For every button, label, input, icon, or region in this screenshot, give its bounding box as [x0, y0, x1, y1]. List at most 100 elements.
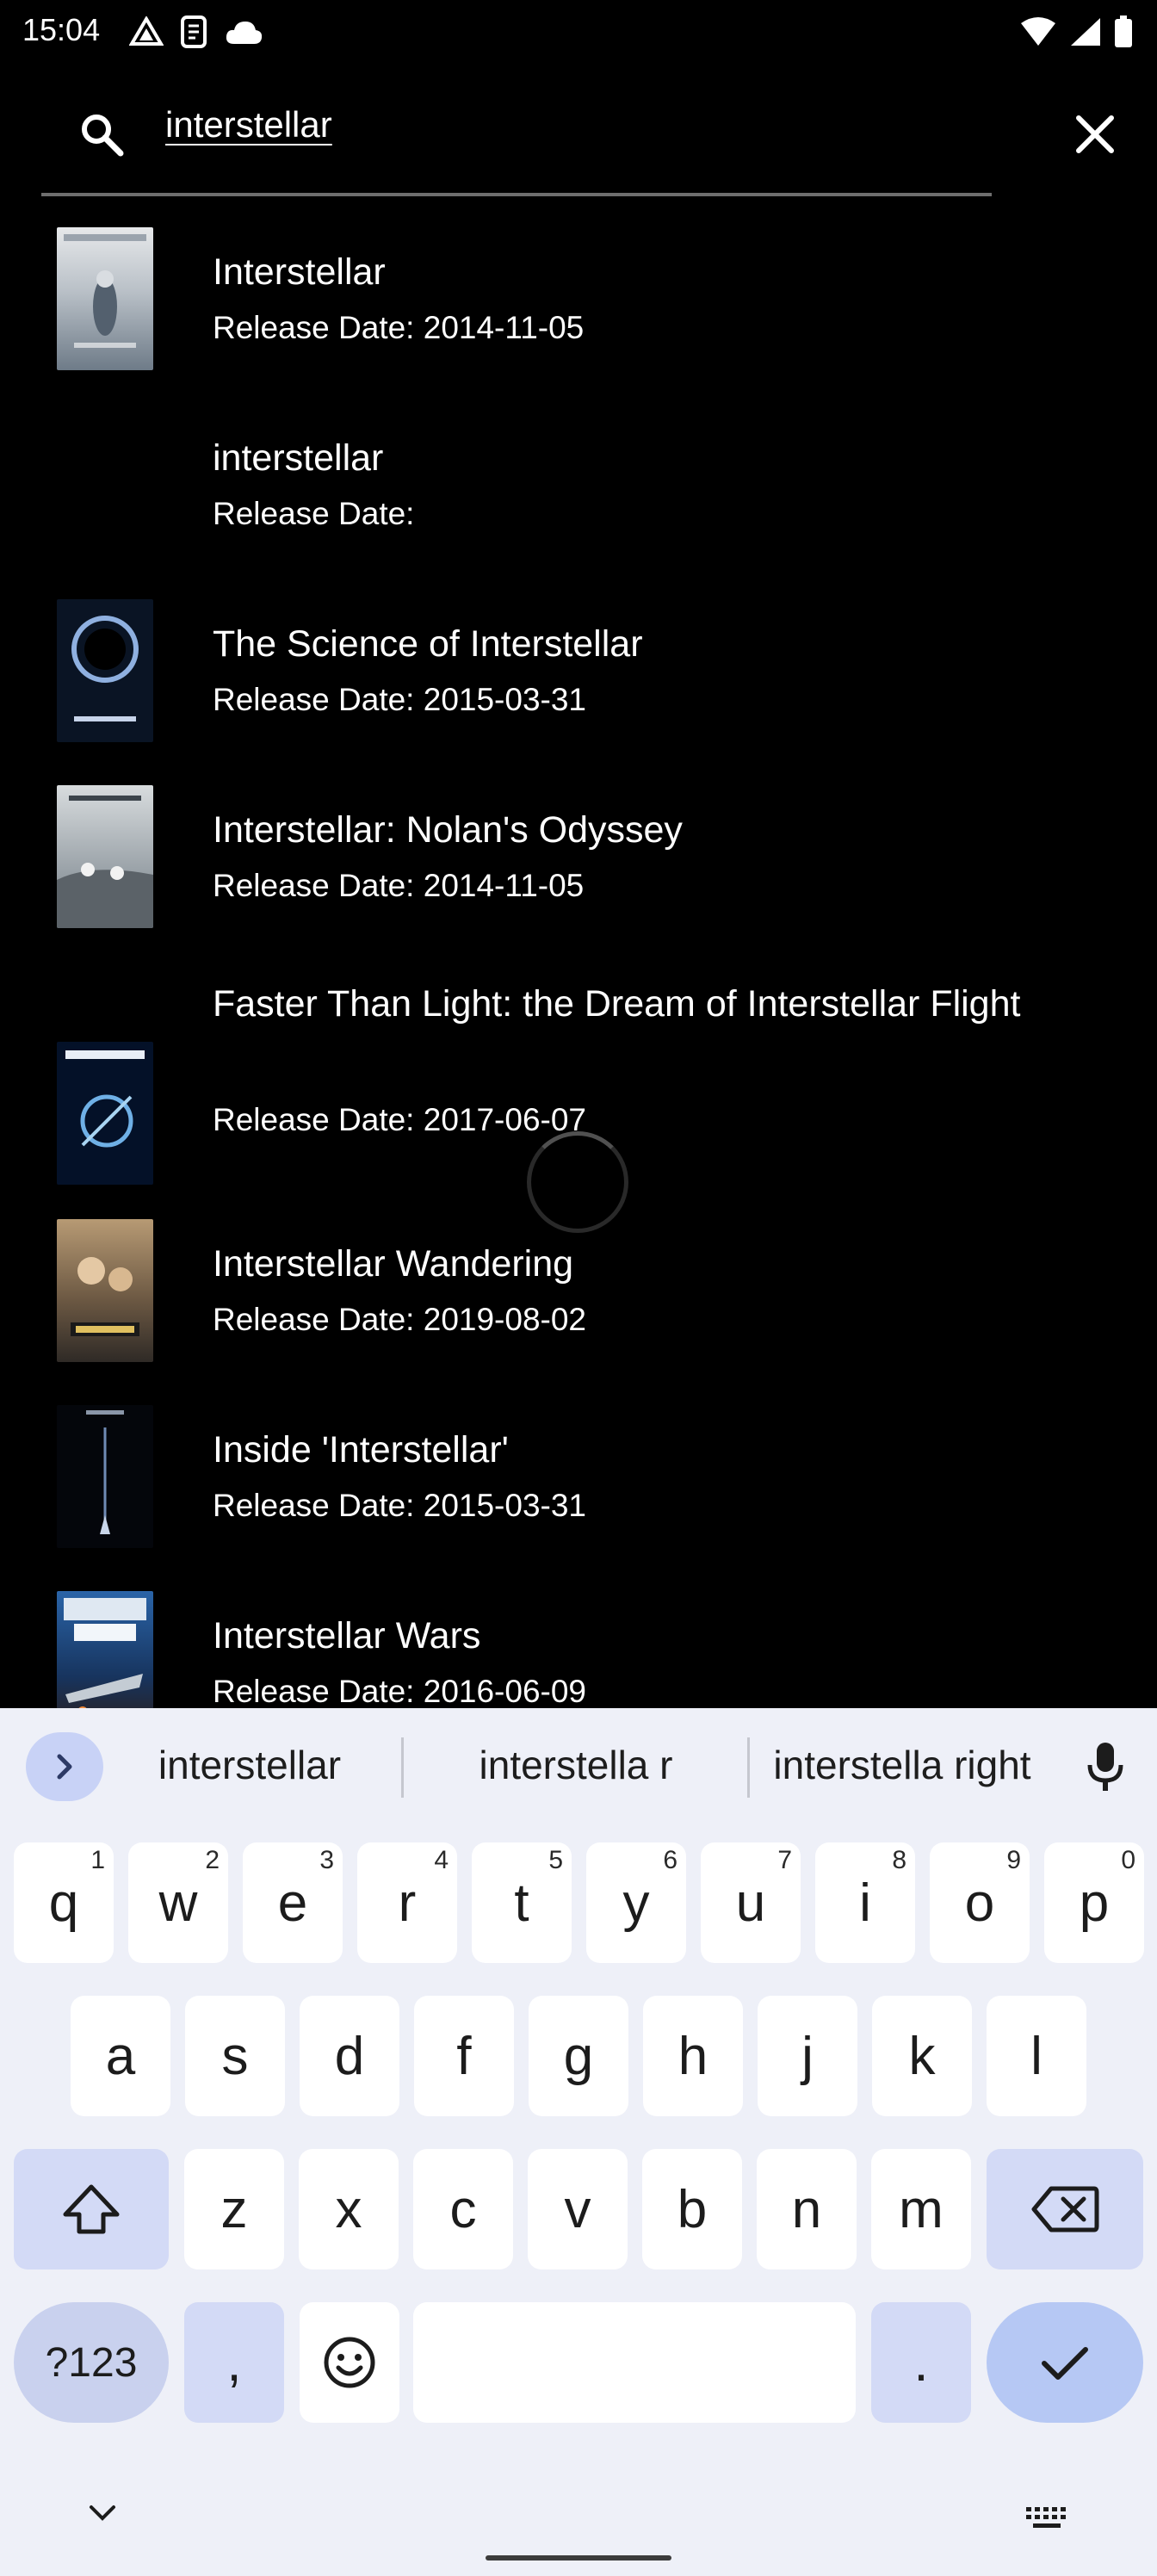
keyboard-icon	[1026, 2507, 1066, 2528]
status-time: 15:04	[22, 12, 101, 47]
status-bar: 15:04	[0, 0, 1157, 65]
key-c[interactable]: c	[413, 2149, 513, 2269]
expand-suggestions-button[interactable]	[26, 1732, 103, 1801]
key-label: b	[677, 2179, 708, 2239]
shift-key[interactable]	[14, 2149, 169, 2269]
key-label: i	[859, 1873, 871, 1933]
poster-image	[57, 1042, 153, 1185]
battery-icon	[1115, 15, 1132, 47]
close-icon	[1076, 115, 1114, 153]
result-title: Inside 'Interstellar'	[213, 1429, 509, 1471]
status-icons-right	[1019, 15, 1133, 48]
key-label: y	[622, 1873, 650, 1933]
key-m[interactable]: m	[871, 2149, 971, 2269]
key-k[interactable]: k	[872, 1996, 972, 2116]
microphone-icon	[1087, 1743, 1123, 1791]
result-item-inside-interstellar[interactable]: Inside 'Interstellar' Release Date: 2015…	[0, 1398, 1157, 1584]
key-number-hint: 1	[90, 1846, 105, 1874]
key-w[interactable]: w2	[128, 1842, 228, 1963]
result-date: Release Date: 2015-03-31	[213, 682, 587, 717]
result-date: Release Date: 2014-11-05	[213, 868, 585, 903]
keyboard-switch-button[interactable]	[1024, 2505, 1069, 2534]
result-date: Release Date: 2014-11-05	[213, 310, 585, 345]
key-f[interactable]: f	[414, 1996, 514, 2116]
gesture-navigation-bar	[486, 2555, 671, 2561]
key-label: g	[563, 2026, 594, 2086]
result-title: Interstellar: Nolan's Odyssey	[213, 809, 683, 851]
key-i[interactable]: i8	[815, 1842, 915, 1963]
suggestion-1[interactable]: interstellar	[121, 1734, 379, 1796]
key-l[interactable]: l	[987, 1996, 1086, 2116]
key-number-hint: 6	[663, 1846, 677, 1874]
key-number-hint: 7	[777, 1846, 792, 1874]
backspace-icon	[1031, 2186, 1099, 2232]
key-j[interactable]: j	[758, 1996, 857, 2116]
key-label: q	[48, 1873, 79, 1933]
emoji-icon	[324, 2337, 375, 2388]
shift-icon	[63, 2184, 120, 2234]
key-e[interactable]: e3	[243, 1842, 343, 1963]
enter-key[interactable]	[987, 2302, 1143, 2423]
poster-image	[57, 785, 153, 928]
key-x[interactable]: x	[299, 2149, 399, 2269]
emoji-key[interactable]	[300, 2302, 399, 2423]
key-y[interactable]: y6	[586, 1842, 686, 1963]
result-item-interstellar[interactable]: Interstellar Release Date: 2014-11-05	[0, 220, 1157, 406]
key-label: l	[1030, 2026, 1043, 2086]
clear-search-button[interactable]	[1064, 103, 1126, 165]
suggestion-2[interactable]: interstella r	[425, 1734, 727, 1796]
key-label: z	[220, 2179, 248, 2239]
result-item-nolans-odyssey[interactable]: Interstellar: Nolan's Odyssey Release Da…	[0, 778, 1157, 964]
wifi-icon	[1021, 17, 1055, 46]
key-d[interactable]: d	[300, 1996, 399, 2116]
suggestion-strip: interstellar interstella r interstella r…	[0, 1708, 1157, 1822]
key-v[interactable]: v	[528, 2149, 628, 2269]
key-u[interactable]: u7	[701, 1842, 801, 1963]
key-label: m	[899, 2179, 944, 2239]
result-title: The Science of Interstellar	[213, 623, 643, 665]
key-n[interactable]: n	[757, 2149, 857, 2269]
result-item-interstellar-wandering[interactable]: Interstellar Wandering Release Date: 201…	[0, 1212, 1157, 1398]
key-a[interactable]: a	[71, 1996, 170, 2116]
key-t[interactable]: t5	[472, 1842, 572, 1963]
key-h[interactable]: h	[643, 1996, 743, 2116]
hide-keyboard-button[interactable]	[88, 2504, 117, 2527]
key-z[interactable]: z	[184, 2149, 284, 2269]
key-label: u	[735, 1873, 766, 1933]
poster-image	[57, 1405, 153, 1548]
key-p[interactable]: p0	[1044, 1842, 1144, 1963]
key-o[interactable]: o9	[930, 1842, 1030, 1963]
symbols-key[interactable]: ?123	[14, 2302, 169, 2423]
key-number-hint: 9	[1006, 1846, 1021, 1874]
key-r[interactable]: r4	[357, 1842, 457, 1963]
key-label: p	[1079, 1873, 1110, 1933]
key-label: w	[158, 1873, 198, 1933]
key-label: o	[964, 1873, 995, 1933]
key-label: d	[334, 2026, 365, 2086]
key-label: n	[791, 2179, 822, 2239]
result-item-science-of-interstellar[interactable]: The Science of Interstellar Release Date…	[0, 592, 1157, 778]
result-item-interstellar-lowercase[interactable]: interstellar Release Date:	[0, 406, 1157, 592]
period-key[interactable]: .	[871, 2302, 971, 2423]
key-label: k	[908, 2026, 936, 2086]
key-g[interactable]: g	[529, 1996, 628, 2116]
keyboard: interstellar interstella r interstella r…	[0, 1708, 1157, 2576]
result-title: Faster Than Light: the Dream of Interste…	[213, 983, 1021, 1025]
suggestion-3[interactable]: interstella right	[758, 1734, 1047, 1796]
key-q[interactable]: q1	[14, 1842, 114, 1963]
key-label: f	[456, 2026, 472, 2086]
key-s[interactable]: s	[185, 1996, 285, 2116]
search-input[interactable]	[165, 95, 940, 155]
result-item-interstellar-wars[interactable]: Interstellar Wars Release Date: 2016-06-…	[0, 1584, 1157, 1708]
key-label: t	[514, 1873, 529, 1933]
result-title: Interstellar	[213, 251, 386, 293]
key-label: c	[449, 2179, 477, 2239]
key-number-hint: 0	[1121, 1846, 1135, 1874]
search-underline	[41, 193, 992, 196]
comma-key[interactable]: ,	[184, 2302, 284, 2423]
voice-input-button[interactable]	[1074, 1732, 1136, 1801]
backspace-key[interactable]	[987, 2149, 1143, 2269]
key-number-hint: 5	[548, 1846, 563, 1874]
key-b[interactable]: b	[642, 2149, 742, 2269]
space-key[interactable]	[413, 2302, 856, 2423]
